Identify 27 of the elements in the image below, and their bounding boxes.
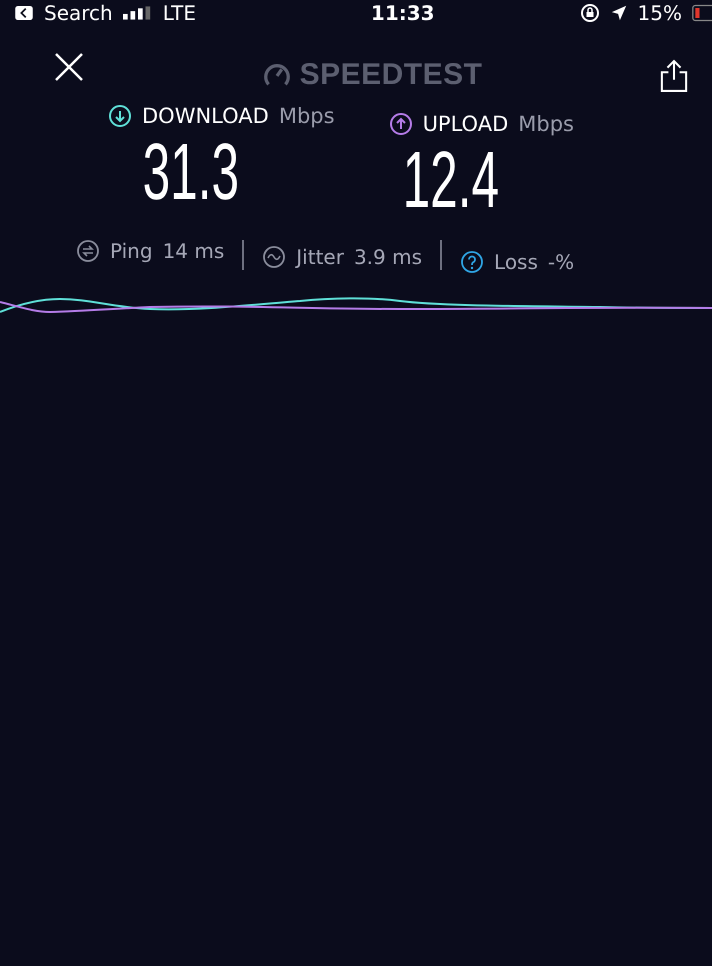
stat-value: -% [548,250,574,274]
metric-unit: Mbps [278,104,335,128]
wave-icon [262,245,286,269]
metric-label: DOWNLOAD [142,104,269,128]
metric-value: 12.4 [403,140,500,220]
ping-icon [76,239,100,263]
stat-label: Loss [494,250,538,274]
battery-icon [692,3,712,23]
metric-unit: Mbps [518,112,574,136]
metric-value: 31.3 [143,132,240,212]
share-icon[interactable] [660,58,688,94]
stat-value: 3.9 ms [354,245,422,269]
signal-icon [122,6,153,20]
stat-label: Jitter [296,245,344,269]
carrier-label: LTE [162,1,196,25]
app-logo: SPEEDTEST [300,58,482,92]
clock-time: 11:33 [370,1,435,25]
stat-label: Ping [110,239,153,263]
metric-label: UPLOAD [422,112,508,136]
location-arrow-icon [610,4,628,22]
back-icon[interactable] [14,6,34,20]
stat-value: 14 ms [162,239,224,263]
close-icon[interactable] [54,52,84,82]
help-icon[interactable] [460,250,484,274]
rotation-lock-icon [580,3,600,23]
back-label[interactable]: Search [44,1,113,25]
battery-percent: 15% [638,1,682,25]
